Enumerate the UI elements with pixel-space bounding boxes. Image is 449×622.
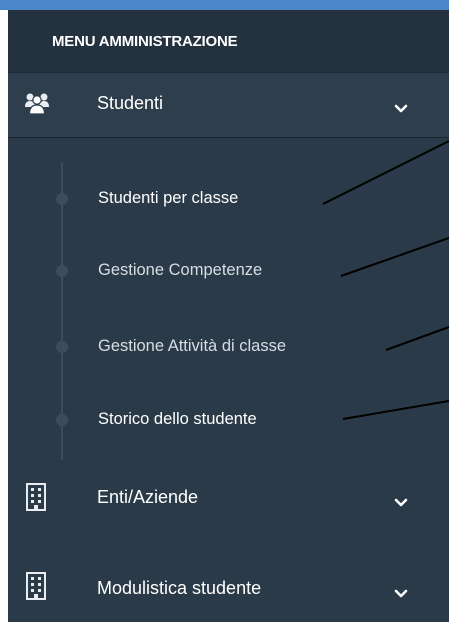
submenu-item-storico-studente[interactable]: Storico dello studente (8, 401, 449, 441)
admin-sidebar: MENU AMMINISTRAZIONE Studenti Studenti p… (8, 10, 449, 622)
tree-bullet (56, 193, 68, 205)
top-accent-bar (0, 0, 449, 10)
submenu-item-label: Gestione Competenze (98, 261, 263, 279)
building-icon (24, 483, 50, 511)
sidebar-item-enti-aziende[interactable]: Enti/Aziende (8, 468, 449, 532)
sidebar-item-label: Modulistica studente (97, 578, 262, 598)
tree-bullet (56, 341, 68, 353)
sidebar-item-label: Studenti (97, 93, 164, 113)
chevron-down-icon[interactable] (394, 495, 408, 507)
submenu-item-label: Studenti per classe (98, 189, 239, 207)
submenu-item-label: Storico dello studente (98, 410, 257, 428)
menu-header: MENU AMMINISTRAZIONE (8, 10, 449, 73)
sidebar-item-modulistica-studente[interactable]: Modulistica studente (8, 558, 449, 622)
sidebar-item-label: Enti/Aziende (97, 487, 199, 507)
building-icon (24, 572, 50, 600)
submenu-item-gestione-competenze[interactable]: Gestione Competenze (8, 252, 449, 292)
chevron-down-icon[interactable] (394, 586, 408, 598)
submenu-item-gestione-attivita[interactable]: Gestione Attività di classe (8, 328, 449, 368)
submenu-item-label: Gestione Attività di classe (98, 337, 287, 355)
submenu-item-studenti-per-classe[interactable]: Studenti per classe (8, 180, 449, 220)
tree-bullet (56, 414, 68, 426)
users-icon (24, 90, 50, 116)
tree-bullet (56, 265, 68, 277)
chevron-down-icon[interactable] (394, 101, 408, 113)
menu-header-title: MENU AMMINISTRAZIONE (52, 33, 238, 50)
sidebar-item-studenti[interactable]: Studenti (8, 73, 449, 138)
